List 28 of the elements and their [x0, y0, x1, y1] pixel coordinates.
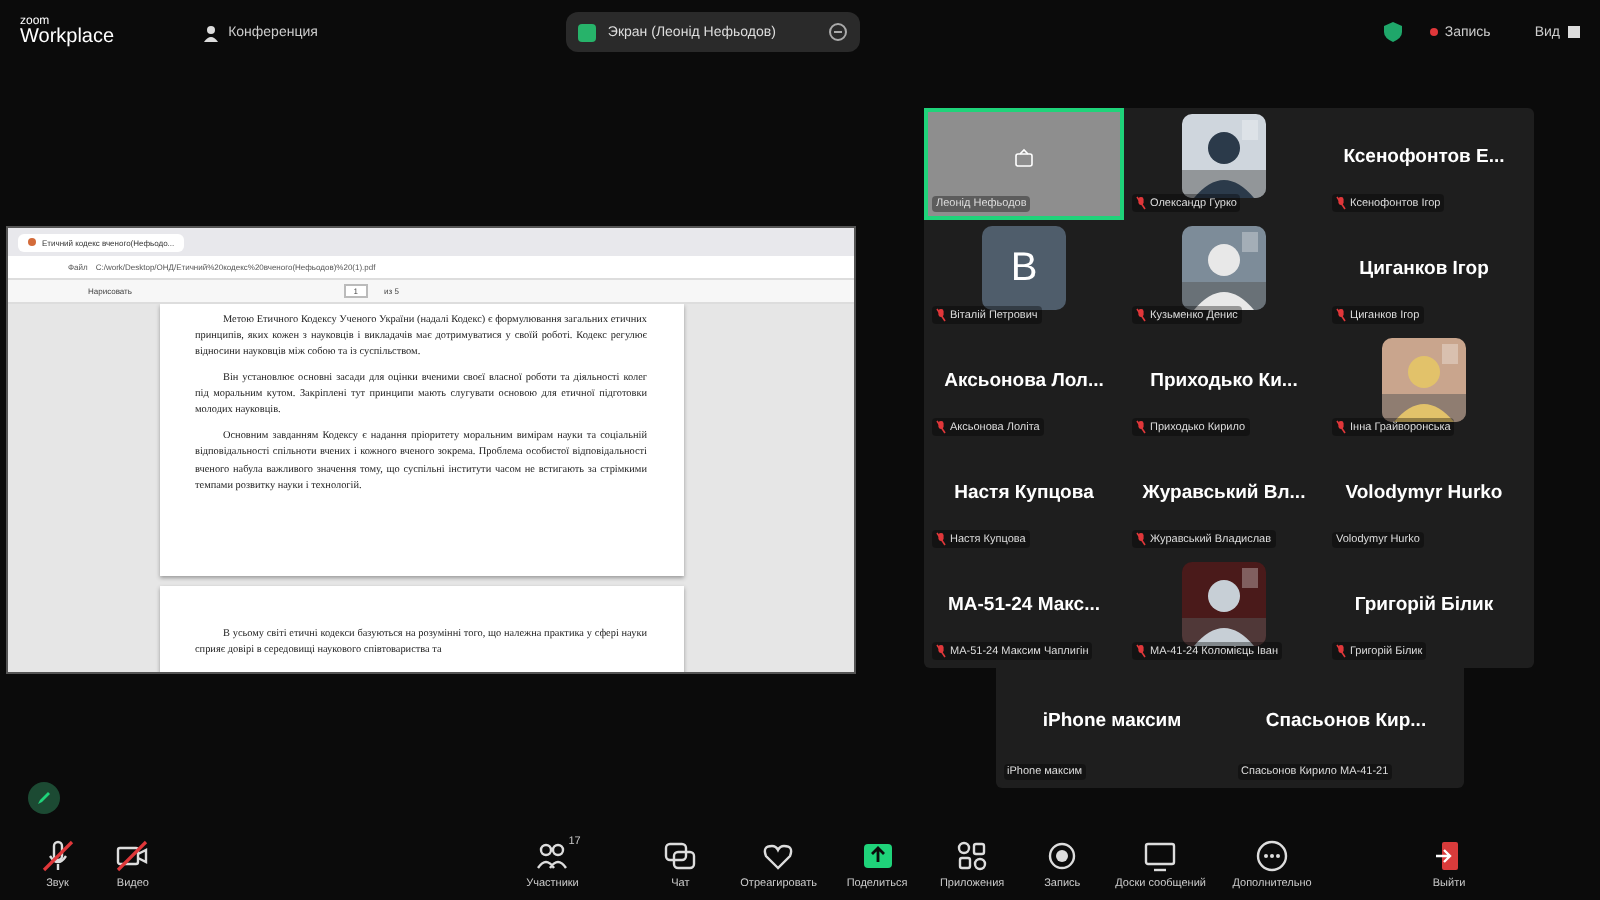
- avatar-letter: В: [982, 226, 1066, 310]
- participant-display-name: Приходько Ки...: [1150, 369, 1298, 391]
- participant-display-name: Аксьонова Лол...: [944, 369, 1104, 391]
- participant-display-name: Циганков Ігор: [1359, 257, 1489, 279]
- participant-display-name: Настя Купцова: [954, 481, 1094, 503]
- participant-display-name: Спасьонов Кир...: [1265, 709, 1427, 731]
- participant-display-name: iPhone максим: [1042, 709, 1182, 731]
- more-icon: [1254, 838, 1291, 874]
- participant-display-name: Григорій Білик: [1354, 593, 1494, 615]
- shield-icon: [1384, 22, 1403, 42]
- record-dot-icon: [1430, 28, 1439, 36]
- chat-icon: [662, 838, 699, 874]
- share-screen-icon: [859, 838, 895, 874]
- screen-share-icon: [577, 23, 596, 41]
- pencil-icon: [36, 790, 52, 806]
- participant-display-name: Volodymyr Hurko: [1345, 481, 1503, 503]
- participant-display-name: МА-51-24 Макс...: [947, 593, 1101, 615]
- microphone-icon: [39, 838, 76, 874]
- apps-icon: [954, 838, 991, 874]
- camera-icon: [114, 838, 151, 874]
- record-icon: [1044, 838, 1081, 874]
- whiteboard-icon: [1142, 838, 1179, 874]
- participant-display-name: Журавський Вл...: [1142, 481, 1306, 503]
- close-icon[interactable]: [827, 22, 848, 42]
- annotate-button[interactable]: [28, 782, 60, 814]
- pdf-icon: [28, 238, 36, 246]
- participant-display-name: Ксенофонтов Е...: [1343, 145, 1505, 167]
- screen-share-icon: [1014, 148, 1034, 168]
